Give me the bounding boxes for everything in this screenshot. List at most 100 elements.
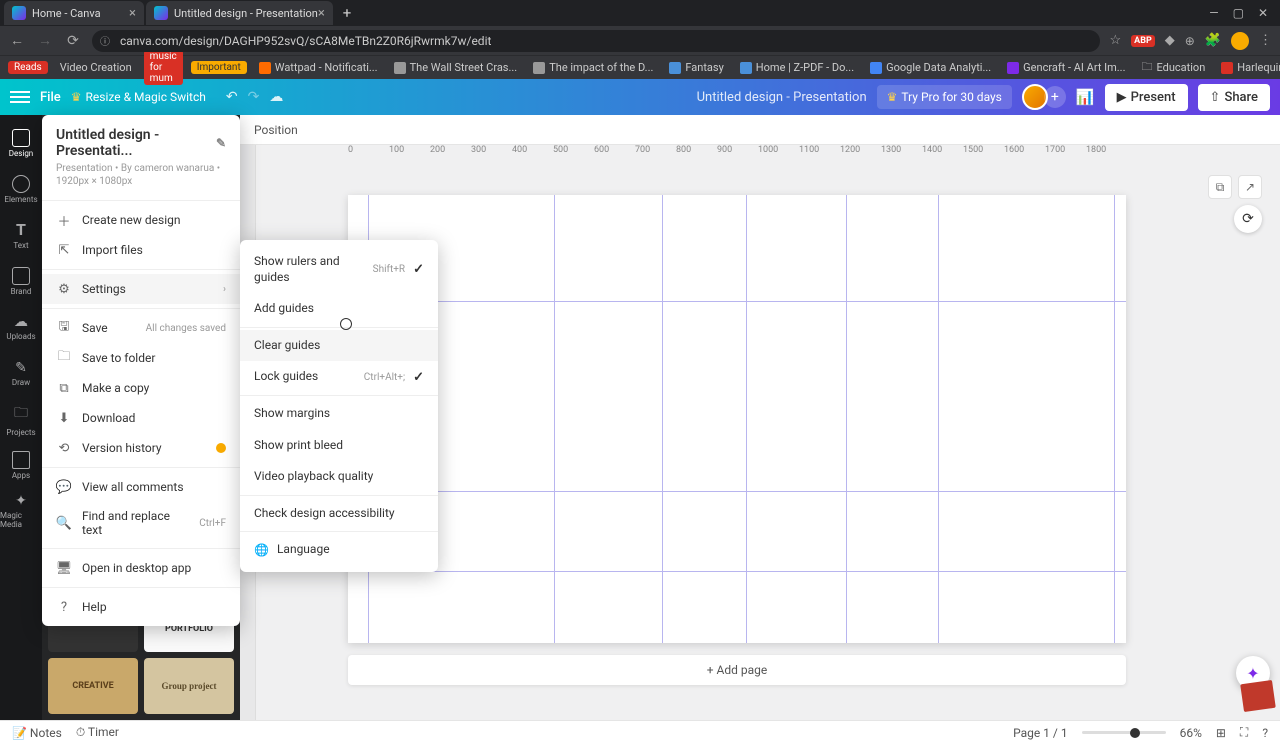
rail-apps[interactable]: Apps <box>0 443 42 487</box>
notes-button[interactable]: 📝 Notes <box>12 726 62 740</box>
rail-elements[interactable]: Elements <box>0 167 42 211</box>
zoom-percent[interactable]: 66% <box>1180 726 1202 740</box>
extension-icon[interactable]: ◆ <box>1165 33 1175 48</box>
browser-tab-design[interactable]: Untitled design - Presentation × <box>146 1 333 25</box>
downloads-icon[interactable]: ⊕ <box>1185 34 1195 48</box>
settings-show-rulers[interactable]: Show rulers and guides Shift+R ✓ <box>240 246 438 293</box>
popout-icon[interactable]: ↗ <box>1238 175 1262 199</box>
bookmark-important[interactable]: Important <box>191 61 247 74</box>
menu-hamburger-icon[interactable] <box>10 91 30 103</box>
plus-icon: ＋ <box>56 212 72 228</box>
settings-clear-guides[interactable]: Clear guides <box>240 330 438 362</box>
redo-icon[interactable]: ↷ <box>248 89 260 105</box>
rail-text[interactable]: TText <box>0 213 42 257</box>
bookmark-fantasy[interactable]: Fantasy <box>665 59 727 76</box>
menu-version-history[interactable]: ⟲Version history <box>42 433 240 463</box>
present-button[interactable]: ▶ Present <box>1105 84 1188 111</box>
new-tab-button[interactable]: + <box>335 4 360 22</box>
try-pro-button[interactable]: ♛ Try Pro for 30 days <box>877 85 1012 109</box>
settings-submenu: Show rulers and guides Shift+R ✓ Add gui… <box>240 240 438 572</box>
abp-extension-icon[interactable]: ABP <box>1131 35 1155 47</box>
rail-uploads[interactable]: ☁Uploads <box>0 305 42 349</box>
template-thumb[interactable]: CREATIVE <box>48 658 138 714</box>
menu-make-copy[interactable]: ⧉Make a copy <box>42 373 240 403</box>
settings-video-quality[interactable]: Video playback quality <box>240 461 438 493</box>
rail-design[interactable]: Design <box>0 121 42 165</box>
window-controls: — ▢ ✕ <box>1209 6 1276 20</box>
settings-accessibility[interactable]: Check design accessibility <box>240 498 438 530</box>
bookmark-education-folder[interactable]: 🗀Education <box>1137 56 1209 79</box>
rail-draw[interactable]: ✎Draw <box>0 351 42 395</box>
rail-brand[interactable]: Brand <box>0 259 42 303</box>
menu-dots-icon[interactable]: ⋮ <box>1259 33 1272 48</box>
reload-icon[interactable]: ⟳ <box>64 33 82 49</box>
settings-show-margins[interactable]: Show margins <box>240 398 438 430</box>
add-collaborator-button[interactable]: + <box>1044 86 1066 108</box>
bookmark-video[interactable]: Video Creation <box>56 59 136 76</box>
desktop-icon: 🖥 <box>56 560 72 576</box>
feedback-tab[interactable] <box>1240 680 1276 712</box>
settings-lock-guides[interactable]: Lock guides Ctrl+Alt+; ✓ <box>240 361 438 393</box>
bookmark-wallstreet[interactable]: The Wall Street Cras... <box>390 59 522 76</box>
settings-language[interactable]: 🌐Language <box>240 534 438 566</box>
menu-download[interactable]: ⬇Download <box>42 403 240 433</box>
bookmark-reads[interactable]: Reads <box>8 61 48 74</box>
undo-icon[interactable]: ↶ <box>226 89 238 105</box>
bookmark-wattpad[interactable]: Wattpad - Notificati... <box>255 59 382 76</box>
extensions-puzzle-icon[interactable]: 🧩 <box>1205 33 1221 48</box>
menu-save-folder[interactable]: 🗀Save to folder <box>42 343 240 373</box>
zoom-slider[interactable] <box>1082 731 1166 734</box>
bookmark-impact[interactable]: The impact of the D... <box>529 59 657 76</box>
bookmark-music[interactable]: music for mum <box>144 50 183 85</box>
analytics-icon[interactable]: 📊 <box>1076 88 1095 106</box>
bookmark-gencraft[interactable]: Gencraft - AI Art Im... <box>1003 59 1129 76</box>
menu-design-subtitle: Presentation • By cameron wanarua • 1920… <box>56 162 226 188</box>
menu-open-desktop[interactable]: 🖥Open in desktop app <box>42 553 240 583</box>
close-icon[interactable]: ✕ <box>1258 6 1268 20</box>
document-title[interactable]: Untitled design - Presentation <box>697 90 867 105</box>
maximize-icon[interactable]: ▢ <box>1233 6 1244 20</box>
url-input[interactable]: ⓘ canva.com/design/DAGHP952svQ/sCA8MeTBn… <box>92 30 1100 52</box>
site-info-icon[interactable]: ⓘ <box>100 33 110 48</box>
menu-settings[interactable]: ⚙Settings› <box>42 274 240 304</box>
menu-view-comments[interactable]: 💬View all comments <box>42 472 240 502</box>
menu-help[interactable]: ?Help <box>42 592 240 622</box>
rail-projects[interactable]: 🗀Projects <box>0 397 42 441</box>
file-menu-button[interactable]: File <box>40 90 61 105</box>
close-tab-icon[interactable]: × <box>129 6 136 21</box>
bookmark-google[interactable]: Google Data Analyti... <box>866 59 995 76</box>
add-page-button[interactable]: + Add page <box>348 655 1126 685</box>
timer-button[interactable]: ⏱ Timer <box>76 725 119 740</box>
menu-new-design[interactable]: ＋Create new design <box>42 205 240 235</box>
position-button[interactable]: Position <box>254 123 298 137</box>
fullscreen-icon[interactable]: ⛶ <box>1240 725 1248 740</box>
grid-view-icon[interactable]: ⊞ <box>1216 726 1226 740</box>
canvas-page[interactable] <box>348 195 1126 643</box>
page-indicator[interactable]: Page 1 / 1 <box>1013 726 1068 740</box>
template-thumb[interactable]: Group project <box>144 658 234 714</box>
edit-title-icon[interactable]: ✎ <box>216 136 226 150</box>
settings-add-guides[interactable]: Add guides <box>240 293 438 325</box>
profile-avatar-icon[interactable] <box>1231 32 1249 50</box>
menu-import-files[interactable]: ⇱Import files <box>42 235 240 265</box>
browser-tab-home[interactable]: Home - Canva × <box>4 1 144 25</box>
forward-icon[interactable]: → <box>36 32 54 49</box>
duplicate-page-icon[interactable]: ⧉ <box>1208 175 1232 199</box>
help-icon[interactable]: ? <box>1262 726 1268 740</box>
position-toolbar: Position <box>240 115 1280 145</box>
resize-button[interactable]: ♛ Resize & Magic Switch <box>71 90 206 104</box>
cloud-sync-icon[interactable]: ☁ <box>269 89 283 105</box>
menu-save[interactable]: 🖫SaveAll changes saved <box>42 313 240 343</box>
settings-show-bleed[interactable]: Show print bleed <box>240 430 438 462</box>
play-icon: ▶ <box>1117 90 1127 105</box>
close-tab-icon[interactable]: × <box>318 6 325 21</box>
minimize-icon[interactable]: — <box>1209 6 1218 20</box>
bookmark-harlequin[interactable]: Harlequin Romance... <box>1217 59 1280 76</box>
share-button[interactable]: ⇧ Share <box>1198 84 1270 111</box>
back-icon[interactable]: ← <box>8 32 26 49</box>
menu-find-replace[interactable]: 🔍Find and replace textCtrl+F <box>42 502 240 544</box>
rail-magic[interactable]: ✦Magic Media <box>0 489 42 533</box>
reset-view-button[interactable]: ⟳ <box>1234 205 1262 233</box>
bookmark-zpdf[interactable]: Home | Z-PDF - Do... <box>736 59 858 76</box>
bookmark-star-icon[interactable]: ☆ <box>1110 33 1122 48</box>
